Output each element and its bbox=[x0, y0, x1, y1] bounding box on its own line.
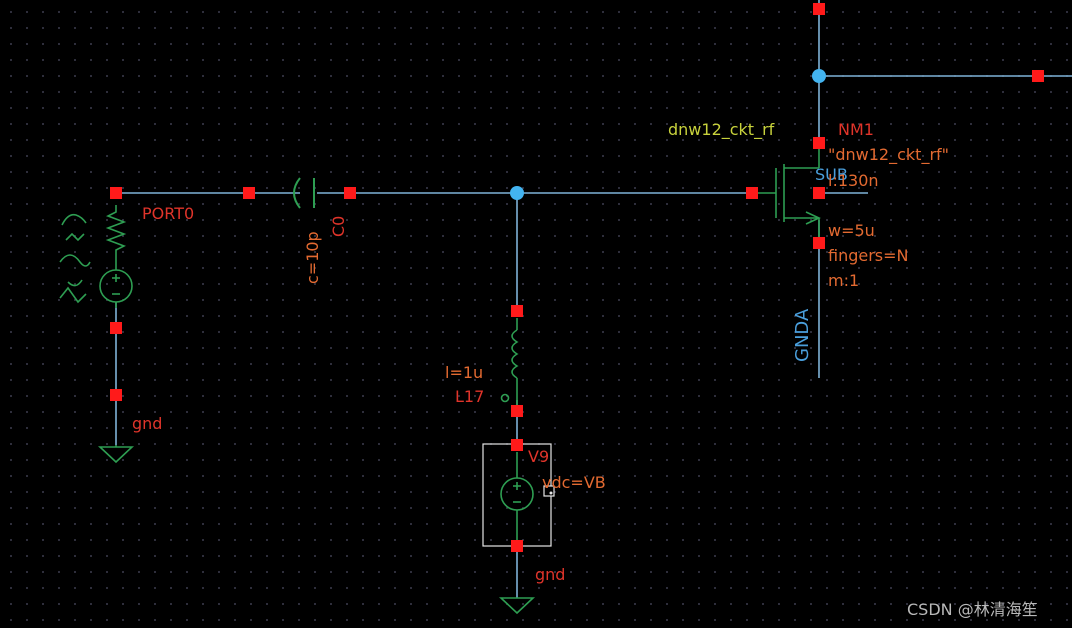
port-symbol[interactable] bbox=[59, 205, 133, 308]
pin[interactable] bbox=[813, 237, 825, 249]
wires bbox=[115, 0, 1072, 598]
pin[interactable] bbox=[110, 322, 122, 334]
pin[interactable] bbox=[746, 187, 758, 199]
pins bbox=[110, 3, 1044, 552]
port-gnd-label: gnd bbox=[132, 414, 162, 433]
junction-drain-node[interactable] bbox=[812, 69, 826, 83]
pin[interactable] bbox=[344, 187, 356, 199]
capacitor-name-label: C0 bbox=[329, 216, 348, 237]
vsource-gnd-label: gnd bbox=[535, 565, 565, 584]
inductor-name-label: L17 bbox=[455, 387, 484, 406]
inductor-dot bbox=[500, 393, 510, 403]
vsource-name-label: V9 bbox=[528, 447, 549, 466]
inductor-value-label: l=1u bbox=[445, 363, 483, 382]
pin[interactable] bbox=[813, 187, 825, 199]
transistor-name-label: NM1 bbox=[838, 120, 874, 139]
gnd-symbol-source[interactable] bbox=[498, 597, 536, 615]
pin[interactable] bbox=[1032, 70, 1044, 82]
watermark: CSDN @林清海笙 bbox=[907, 600, 1038, 619]
schematic-canvas[interactable]: PORT0 gnd c=10p C0 l=1u L17 V9 vdc=VB gn… bbox=[0, 0, 1072, 628]
inductor-symbol[interactable] bbox=[500, 318, 519, 405]
capacitor-value-label: c=10p bbox=[303, 231, 322, 284]
pin[interactable] bbox=[511, 305, 523, 317]
port-waveform-icon bbox=[59, 213, 91, 304]
pin[interactable] bbox=[511, 540, 523, 552]
transistor-fingers-label: fingers=N bbox=[828, 246, 909, 265]
transistor-length-label: l:130n bbox=[828, 171, 879, 190]
transistor-multiplier-label: m:1 bbox=[828, 271, 859, 290]
schematic-drawing: PORT0 gnd c=10p C0 l=1u L17 V9 vdc=VB gn… bbox=[59, 0, 1072, 619]
transistor-cell-label: dnw12_ckt_rf bbox=[668, 120, 775, 140]
pin[interactable] bbox=[243, 187, 255, 199]
transistor-width-label: w=5u bbox=[828, 221, 875, 240]
pin[interactable] bbox=[813, 137, 825, 149]
pin[interactable] bbox=[110, 389, 122, 401]
pin[interactable] bbox=[511, 405, 523, 417]
pin[interactable] bbox=[110, 187, 122, 199]
nmos-transistor-symbol[interactable] bbox=[752, 143, 821, 243]
port-name-label: PORT0 bbox=[142, 204, 194, 223]
bulk-net-label: GNDA bbox=[792, 308, 813, 362]
vsource-value-label: vdc=VB bbox=[542, 473, 606, 492]
pin[interactable] bbox=[813, 3, 825, 15]
junction-gate-node[interactable] bbox=[510, 186, 524, 200]
pin[interactable] bbox=[511, 439, 523, 451]
gnd-symbol-port[interactable] bbox=[97, 445, 135, 464]
port-resistor-zigzag bbox=[105, 205, 127, 270]
transistor-model-label: "dnw12_ckt_rf" bbox=[828, 145, 949, 165]
